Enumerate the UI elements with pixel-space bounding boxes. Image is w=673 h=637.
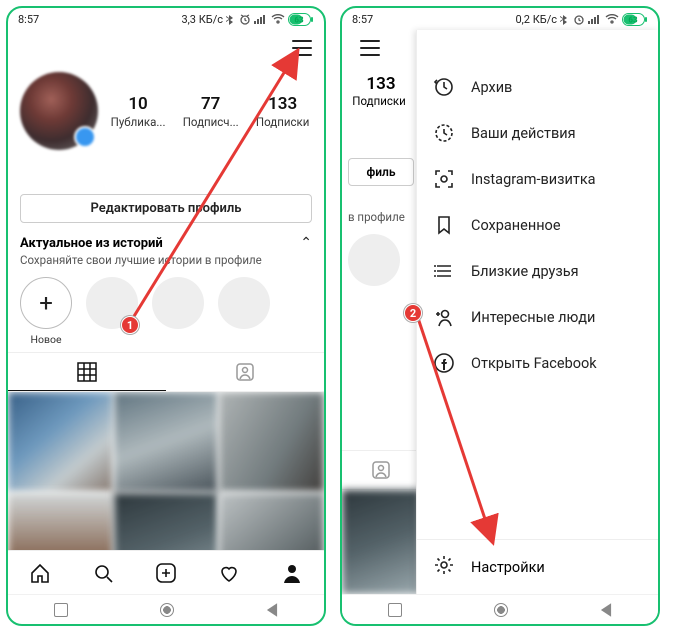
chevron-up-icon[interactable]: ⌃ (300, 235, 312, 251)
home-button[interactable] (494, 603, 508, 617)
highlight-placeholder (152, 277, 204, 329)
phone-right: 8:57 0,2 КБ/с 63 133 Подписки филь (340, 6, 660, 626)
svg-text:63: 63 (294, 15, 304, 24)
alarm-icon (239, 13, 251, 25)
bottom-nav (8, 550, 324, 594)
plus-icon: + (20, 277, 72, 329)
recents-button[interactable] (54, 603, 68, 617)
nav-search[interactable] (71, 551, 134, 594)
edit-profile-button[interactable]: Редактировать профиль (20, 194, 312, 223)
menu-item-archive[interactable]: Архив (433, 64, 642, 110)
signal-icon (254, 14, 268, 24)
android-nav-bar (8, 594, 324, 624)
grid-cell[interactable] (114, 392, 219, 492)
avatar[interactable] (20, 72, 98, 150)
profile-row: 10 Публика... 77 Подписч... 133 Подписки (8, 66, 324, 158)
highlights-section: Актуальное из историй ⌃ Сохраняйте свои … (8, 233, 324, 352)
status-bar: 8:57 3,3 КБ/с 63 (8, 8, 324, 30)
grid-cell[interactable] (114, 493, 219, 550)
home-icon (29, 562, 51, 584)
alarm-icon (573, 13, 585, 25)
android-nav-bar (342, 594, 658, 624)
list-icon (433, 260, 455, 282)
phone-left: 8:57 3,3 КБ/с 63 10 Публик (6, 6, 326, 626)
hamburger-icon[interactable] (292, 40, 312, 56)
stat-posts[interactable]: 10 Публика... (111, 94, 166, 129)
strip-sub-fragment: в профиле (342, 186, 420, 224)
menu-item-close-friends[interactable]: Близкие друзья (433, 248, 642, 294)
grid-cell[interactable] (219, 493, 324, 550)
annotation-badge-1: 1 (121, 316, 139, 334)
recents-button[interactable] (388, 603, 402, 617)
menu-item-discover[interactable]: Интересные люди (433, 294, 642, 340)
profile-header (8, 30, 324, 66)
menu-item-saved[interactable]: Сохраненное (433, 202, 642, 248)
nav-activity[interactable] (198, 551, 261, 594)
wifi-icon (271, 14, 285, 24)
status-bar: 8:57 0,2 КБ/с 63 (342, 8, 658, 30)
highlight-new[interactable]: + Новое (20, 277, 72, 346)
hamburger-icon[interactable] (360, 40, 380, 56)
wifi-icon (605, 14, 619, 24)
highlights-title: Актуальное из историй (20, 236, 163, 251)
plus-square-icon (155, 562, 177, 584)
strip-edit-fragment: филь (348, 158, 414, 186)
archive-icon (433, 76, 455, 98)
tab-tagged[interactable] (342, 450, 420, 490)
strip-stat: 133 Подписки (342, 66, 420, 114)
status-net: 3,3 КБ/с (181, 13, 223, 26)
tab-tagged[interactable] (166, 353, 324, 391)
tagged-icon (370, 459, 392, 481)
add-person-icon (433, 306, 455, 328)
status-net: 0,2 КБ/с (515, 13, 557, 26)
gear-icon (433, 554, 455, 580)
stat-following[interactable]: 133 Подписки (256, 94, 309, 129)
status-time: 8:57 (18, 13, 39, 26)
back-button[interactable] (267, 603, 277, 617)
signal-icon (588, 14, 602, 24)
profile-stats: 10 Публика... 77 Подписч... 133 Подписки (108, 94, 312, 129)
nav-home[interactable] (8, 551, 71, 594)
photo-grid (8, 392, 324, 550)
menu-item-settings[interactable]: Настройки (417, 539, 658, 594)
battery-icon: 63 (288, 13, 314, 26)
highlight-placeholder (348, 234, 400, 286)
nav-profile[interactable] (261, 551, 324, 594)
highlights-subtitle: Сохраняйте свои лучшие истории в профиле (20, 253, 312, 267)
battery-icon: 63 (622, 13, 648, 26)
tab-grid[interactable] (8, 353, 166, 391)
facebook-icon (433, 352, 455, 374)
grid-cell[interactable] (8, 392, 113, 492)
status-time: 8:57 (352, 13, 373, 26)
menu-item-activity[interactable]: Ваши действия (433, 110, 642, 156)
menu-item-facebook[interactable]: Открыть Facebook (433, 340, 642, 386)
grid-cell[interactable] (219, 392, 324, 492)
nav-add[interactable] (134, 551, 197, 594)
home-button[interactable] (160, 603, 174, 617)
scan-icon (433, 168, 455, 190)
profile-icon (281, 562, 303, 584)
grid-icon (77, 362, 97, 382)
bluetooth-icon (226, 13, 236, 25)
profile-tabs (8, 352, 324, 392)
grid-cell[interactable] (8, 493, 113, 550)
menu-item-nametag[interactable]: Instagram-визитка (433, 156, 642, 202)
tagged-icon (234, 361, 256, 383)
back-button[interactable] (601, 603, 611, 617)
search-icon (92, 562, 114, 584)
highlight-placeholder (218, 277, 270, 329)
grid-cell (342, 490, 420, 594)
annotation-badge-2: 2 (404, 304, 422, 322)
status-right: 0,2 КБ/с 63 (515, 13, 648, 26)
clock-icon (433, 122, 455, 144)
bluetooth-icon (560, 13, 570, 25)
bookmark-icon (433, 214, 455, 236)
stat-followers[interactable]: 77 Подписч... (183, 94, 239, 129)
status-right: 3,3 КБ/с 63 (181, 13, 314, 26)
side-menu: Архив Ваши действия Instagram-визитка Со… (416, 30, 658, 594)
heart-icon (218, 562, 240, 584)
svg-text:63: 63 (628, 15, 638, 24)
